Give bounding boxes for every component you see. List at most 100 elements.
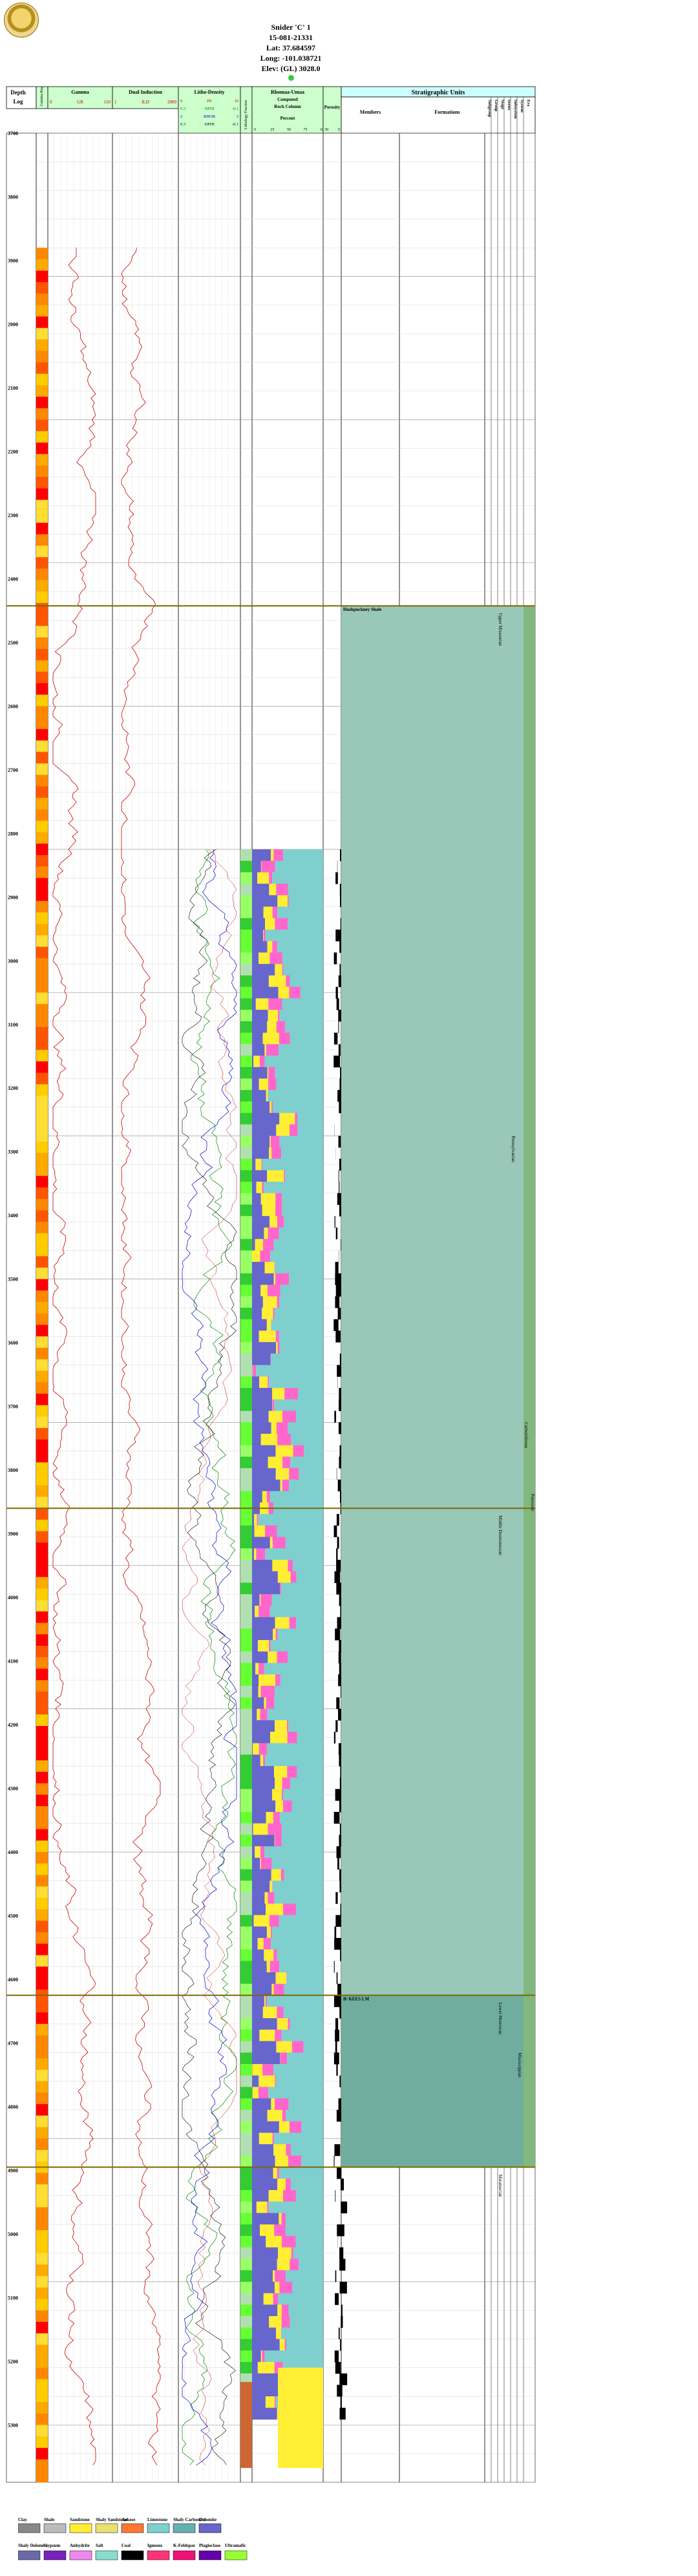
porosity-bar	[339, 2247, 344, 2259]
gamma-fraction-band	[36, 1370, 48, 1383]
rock-composition-band	[275, 1445, 293, 1457]
depth-tick-label: 3700	[8, 1404, 18, 1410]
rock-composition-band	[252, 2178, 278, 2191]
gamma-fraction-band	[36, 970, 48, 982]
lithology-fraction-band	[240, 1628, 252, 1641]
rock-composition-band	[283, 2189, 296, 2202]
rock-composition-band	[272, 1926, 323, 1939]
lithology-fraction-band	[240, 1926, 252, 1939]
rock-composition-band	[252, 1777, 275, 1790]
gamma-fraction-band	[36, 1485, 48, 1497]
rock-composition-band	[268, 1067, 275, 1079]
rock-composition-band	[252, 1090, 266, 1102]
gamma-fraction-band	[36, 1382, 48, 1394]
porosity-bar	[333, 1319, 339, 1331]
lithology-fraction-band	[240, 1032, 252, 1045]
gamma-fraction-band	[36, 1680, 48, 1692]
rock-composition-band	[295, 2235, 323, 2248]
gamma-fraction-band	[36, 1405, 48, 1417]
rock-composition-band	[287, 1766, 297, 1778]
gamma-fraction-band	[36, 1072, 48, 1085]
rock-composition-band	[287, 2052, 323, 2065]
gamma-fraction-band	[36, 2447, 48, 2460]
lithology-fraction-band	[240, 1433, 252, 1446]
rock-composition-band	[282, 1789, 323, 1801]
lithology-fraction-band	[240, 2178, 252, 2191]
gamma-fraction-band	[36, 1645, 48, 1658]
litho-scale-curve: NPHI	[204, 107, 214, 111]
gamma-fraction-band	[36, 1210, 48, 1222]
porosity-bar	[336, 998, 339, 1010]
rock-composition-band	[282, 998, 323, 1010]
rock-composition-band	[284, 1869, 323, 1881]
porosity-bar	[339, 1823, 341, 1835]
rock-composition-band	[268, 2189, 284, 2202]
rock-composition-band	[252, 1892, 265, 1904]
gamma-fraction-band	[36, 431, 48, 443]
lithology-fraction-band	[240, 952, 252, 964]
lithology-fraction-band	[240, 1514, 252, 1526]
porosity-header: Porosity	[324, 105, 341, 110]
rock-composition-band	[260, 1433, 278, 1446]
rock-composition-band	[269, 1376, 323, 1389]
rock-composition-band	[268, 1410, 282, 1423]
legend-swatch	[121, 2523, 144, 2533]
gamma-fraction-band	[36, 1325, 48, 1337]
gamma-fraction-band	[36, 385, 48, 398]
gamma-fraction-band	[36, 648, 48, 661]
rock-composition-band	[260, 1594, 272, 1606]
gamma-fraction-band	[36, 2345, 48, 2357]
rock-composition-band	[253, 1743, 259, 1755]
gamma-fraction-band	[36, 1015, 48, 1028]
rock-composition-band	[252, 1147, 270, 1160]
rock-composition-band	[274, 2224, 286, 2237]
rock-composition-band	[277, 941, 323, 953]
rock-composition-band	[286, 2270, 323, 2283]
strat-formations-header: Formations	[434, 109, 460, 115]
rock-composition-band	[268, 1651, 277, 1664]
rock-composition-band	[253, 1548, 257, 1560]
rock-composition-band	[275, 2075, 323, 2087]
legend-swatch	[17, 2523, 41, 2533]
rock-composition-band	[264, 1262, 275, 1274]
gamma-fraction-band	[36, 546, 48, 558]
rock-composition-band	[271, 1101, 273, 1114]
porosity-bar	[339, 2075, 341, 2087]
gamma-fraction-band	[36, 1428, 48, 1440]
gamma-fraction-band	[36, 2127, 48, 2139]
rock-composition-band	[252, 1296, 263, 1308]
rock-composition-band	[275, 2270, 286, 2283]
rock-composition-band	[281, 2327, 323, 2339]
gamma-fraction-band	[36, 2241, 48, 2253]
rock-composition-band	[288, 895, 323, 908]
rock-composition-band	[285, 2178, 291, 2191]
log-curves	[52, 248, 237, 2465]
litho-scale-curve: PE	[207, 99, 212, 103]
depth-tick-label: 3800	[8, 194, 18, 200]
rock-composition-band	[264, 1182, 323, 1194]
rock-composition-band	[279, 1227, 323, 1240]
rock-composition-band	[252, 860, 261, 873]
rock-composition-band	[252, 884, 270, 896]
porosity-bar	[337, 2385, 343, 2397]
gamma-fraction-band	[36, 522, 48, 535]
rock-composition-band	[288, 884, 323, 896]
lithology-fraction-band	[240, 1456, 252, 1469]
gamma-fraction-band	[36, 1955, 48, 1967]
lithology-fraction-band	[240, 1754, 252, 1767]
rock-composition-band	[264, 1949, 274, 1961]
lithology-fraction-band	[240, 1811, 252, 1824]
depth-tick-label: 4900	[8, 2167, 18, 2173]
gamma-fraction-band	[36, 2367, 48, 2379]
rock-composition-band	[275, 1617, 290, 1629]
rock-composition-band	[273, 1239, 323, 1251]
litho-scale-max: 3	[237, 114, 238, 119]
strat-members-header: Members	[360, 109, 381, 115]
rock-composition-band	[257, 1708, 260, 1721]
litho-scale-max: -0.1	[232, 107, 238, 111]
rock-composition-band	[266, 1697, 275, 1709]
rock-composition-band	[277, 1525, 323, 1538]
rock-composition-band	[283, 964, 323, 976]
gamma-fraction-band	[36, 362, 48, 374]
rock-composition-band	[286, 975, 290, 988]
